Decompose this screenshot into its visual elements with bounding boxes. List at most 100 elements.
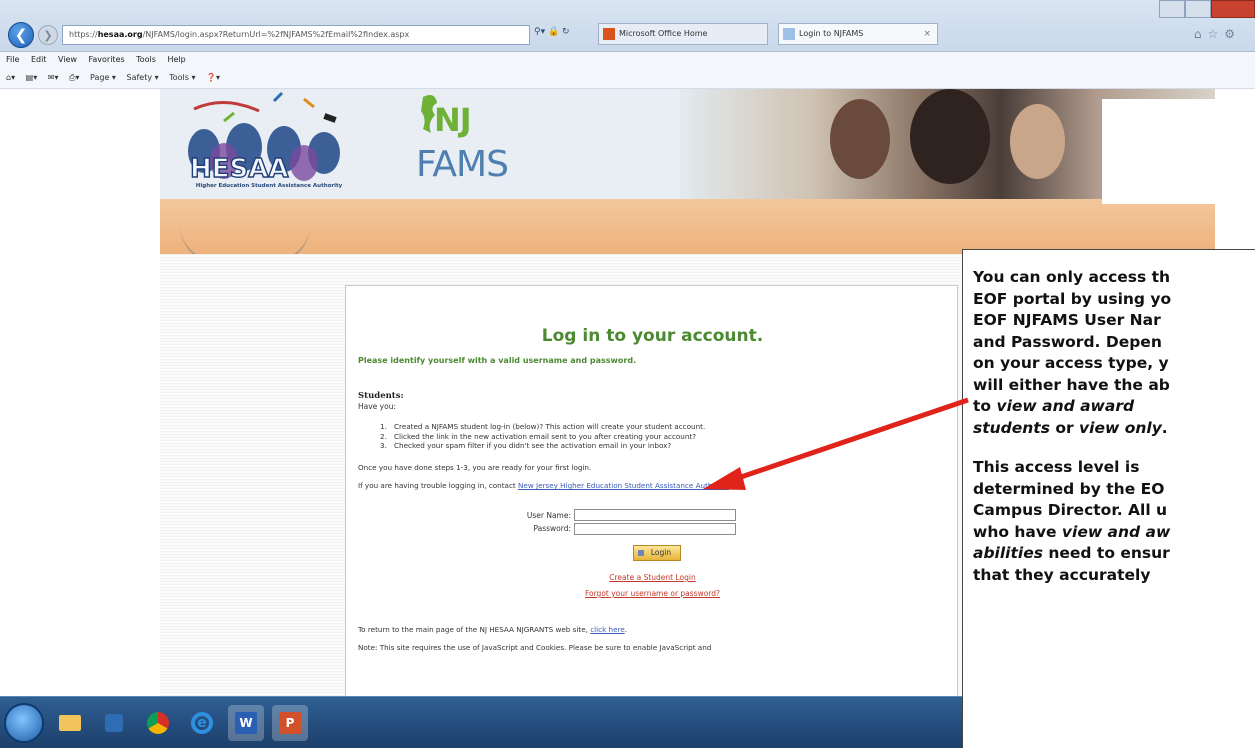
window-controls [1159, 0, 1255, 18]
step-number: 3. [380, 441, 387, 450]
close-window-button[interactable] [1211, 0, 1255, 18]
powerpoint-icon[interactable]: P [272, 705, 308, 741]
list-item: 1. Created a NJFAMS student log-in (below… [380, 422, 705, 432]
callout-line: that they accurately [973, 565, 1151, 584]
login-title: Log in to your account. [541, 326, 764, 346]
list-item: 3. Checked your spam filter if you didn't… [380, 441, 705, 451]
login-button[interactable]: Login [633, 545, 681, 561]
menu-help[interactable]: Help [167, 55, 185, 64]
address-tools-icons[interactable]: ⚲▾ 🔒 ↻ [534, 27, 570, 37]
address-bar[interactable]: https://hesaa.org/NJFAMS/login.aspx?Retu… [62, 25, 530, 45]
login-panel: Log in to your account. Please identify … [345, 285, 958, 710]
username-input[interactable] [574, 509, 736, 521]
menu-favorites[interactable]: Favorites [89, 55, 125, 64]
menu-page[interactable]: Page ▾ [90, 73, 116, 82]
callout-line: Campus Director. All u [973, 501, 1168, 519]
tab-label: Login to NJFAMS [799, 29, 864, 38]
callout-line: on your access type, y [973, 354, 1169, 372]
step-text: Checked your spam filter if you didn't s… [394, 441, 672, 450]
print-icon[interactable]: ⎙▾ [69, 73, 79, 82]
header-notch [180, 225, 310, 254]
url-scheme: https:// [69, 30, 98, 39]
callout-text: or [1049, 418, 1080, 437]
callout-line: abilities need to ensur [973, 543, 1255, 565]
callout-line: EOF NJFAMS User Nar [973, 311, 1161, 329]
menu-bar: File Edit View Favorites Tools Help [0, 52, 1255, 67]
menu-tools[interactable]: Tools [136, 55, 156, 64]
forgot-credentials-link[interactable]: Forgot your username or password? [346, 589, 959, 598]
word-icon[interactable]: W [228, 705, 264, 741]
step-number: 2. [380, 431, 387, 441]
callout-line: determined by the EO [973, 479, 1165, 498]
instruction-callout: You can only access th EOF portal by usi… [962, 249, 1255, 748]
trouble-prefix: If you are having trouble logging in, co… [358, 481, 519, 490]
callout-line: students or view only. [973, 418, 1255, 440]
create-student-login-link[interactable]: Create a Student Login [346, 573, 959, 582]
close-tab-icon[interactable]: × [923, 24, 931, 44]
javascript-note: Note: This site requires the use of Java… [358, 643, 712, 652]
return-text: To return to the main page of the NJ HES… [358, 625, 627, 634]
callout-emphasis: view only [1079, 418, 1162, 437]
internet-explorer-icon[interactable]: e [184, 705, 220, 741]
header-blank-panel [1102, 99, 1215, 204]
screenshot-stage: ❮ ❯ https://hesaa.org/NJFAMS/login.aspx?… [0, 0, 1255, 748]
callout-text: . [1161, 418, 1168, 437]
menu-tools-cmd[interactable]: Tools ▾ [169, 73, 195, 82]
hesaa-tagline: Higher Education Student Assistance Auth… [195, 183, 343, 189]
click-here-link[interactable]: click here [590, 625, 625, 634]
command-bar: ⌂▾ ▤▾ ✉▾ ⎙▾ Page ▾ Safety ▾ Tools ▾ ❓▾ [0, 67, 1255, 89]
hesaa-contact-link[interactable]: New Jersey Higher Education Student Assi… [518, 481, 729, 490]
mail-icon[interactable]: ✉▾ [48, 73, 59, 82]
password-input[interactable] [574, 523, 736, 535]
students-heading: Students: [358, 391, 404, 401]
header-band [160, 199, 1215, 254]
home-favorites-settings-icons[interactable]: ⌂☆⚙ [1194, 27, 1241, 41]
menu-view[interactable]: View [58, 55, 77, 64]
callout-line: EOF portal by using yo [973, 289, 1172, 308]
site-header: HESAA Higher Education Student Assistanc… [160, 89, 1215, 254]
maximize-button[interactable] [1185, 0, 1211, 18]
callout-line: who have view and aw [973, 522, 1255, 544]
step-text: Created a NJFAMS student log-in (below)?… [394, 422, 706, 431]
list-item: 2. Clicked the link in the new activation… [380, 432, 705, 442]
minimize-button[interactable] [1159, 0, 1185, 18]
callout-line: will either have the ab [973, 375, 1170, 394]
callout-line: This access level is [973, 458, 1140, 476]
step-number: 1. [380, 422, 387, 431]
back-arrow-icon[interactable]: ❮ [8, 22, 34, 48]
callout-emphasis: students [973, 418, 1050, 437]
forward-arrow-icon[interactable]: ❯ [38, 25, 58, 45]
menu-safety[interactable]: Safety ▾ [126, 73, 158, 82]
callout-emphasis: view and aw [1061, 522, 1171, 541]
callout-paragraph-2: This access level is determined by the E… [973, 457, 1255, 586]
browser-titlebar: ❮ ❯ https://hesaa.org/NJFAMS/login.aspx?… [0, 0, 1255, 52]
callout-emphasis: view and award [996, 397, 1135, 415]
menu-edit[interactable]: Edit [31, 55, 47, 64]
callout-paragraph-1: You can only access th EOF portal by usi… [973, 267, 1255, 439]
callout-line: to view and award [973, 396, 1255, 418]
njfams-favicon-icon [783, 28, 795, 40]
tab-label: Microsoft Office Home [619, 29, 708, 38]
menu-file[interactable]: File [6, 55, 19, 64]
once-done-text: Once you have done steps 1-3, you are re… [358, 463, 592, 472]
callout-text: who have [973, 522, 1062, 541]
feeds-icon[interactable]: ▤▾ [26, 73, 38, 82]
login-subtitle: Please identify yourself with a valid us… [358, 356, 637, 365]
fams-logo-text: FAMS [416, 144, 509, 185]
callout-text: to [973, 397, 997, 415]
url-domain: hesaa.org [97, 30, 143, 39]
callout-line: and Password. Depen [973, 332, 1162, 351]
home-icon[interactable]: ⌂▾ [6, 73, 15, 82]
folder-icon[interactable] [52, 705, 88, 741]
username-label: User Name: [526, 511, 571, 520]
tab-login-njfams[interactable]: Login to NJFAMS × [778, 23, 938, 45]
help-icon[interactable]: ❓▾ [206, 73, 220, 82]
media-player-icon[interactable] [96, 705, 132, 741]
step-text: Clicked the link in the new activation e… [394, 431, 697, 441]
windows-start-icon[interactable] [4, 703, 44, 743]
url-path: /NJFAMS/login.aspx?ReturnUrl=%2fNJFAMS%2… [142, 30, 410, 39]
callout-emphasis: abilities [973, 544, 1043, 562]
steps-list: 1. Created a NJFAMS student log-in (below… [380, 422, 705, 451]
chrome-icon[interactable] [140, 705, 176, 741]
tab-office-home[interactable]: Microsoft Office Home [598, 23, 768, 45]
